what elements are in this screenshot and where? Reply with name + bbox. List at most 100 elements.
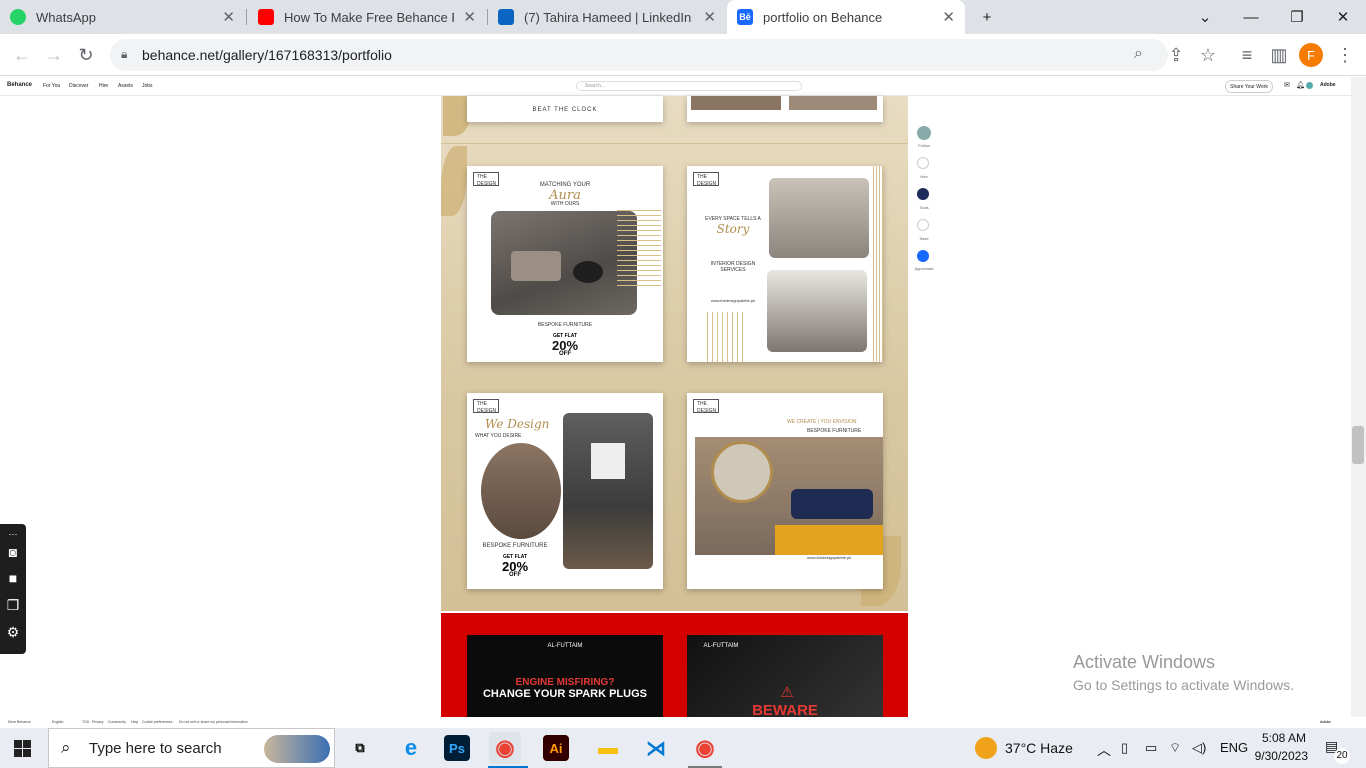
vertical-scrollbar[interactable]	[1351, 77, 1366, 717]
tab-title: (7) Tahira Hameed | LinkedIn	[524, 9, 692, 25]
maximize-button[interactable]: ❐	[1274, 0, 1320, 34]
post-card-beware[interactable]: AL-FUTTAIM ⚠ BEWARE	[687, 635, 883, 719]
appreciate-icon[interactable]	[917, 250, 929, 262]
weather-text[interactable]: 37°C Haze	[1005, 740, 1073, 756]
footer-link[interactable]: More Behance	[8, 720, 31, 724]
tab-whatsapp[interactable]: WhatsApp ✕	[0, 0, 245, 34]
battery-icon[interactable]: ▭	[1145, 740, 1157, 756]
video-icon[interactable]: ■	[4, 570, 22, 586]
card-text: BEAT THE CLOCK	[532, 107, 598, 113]
post-card-create[interactable]: THE DESIGN WE CREATE | YOU ENVISION BESP…	[687, 393, 883, 589]
nav-jobs[interactable]: Jobs	[142, 83, 153, 89]
share-your-work-button[interactable]: Share Your Work	[1225, 80, 1273, 93]
edge-icon[interactable]: e	[395, 732, 427, 764]
behance-logo[interactable]: Behance	[7, 82, 32, 88]
footer-link[interactable]: Community	[108, 720, 126, 724]
post-card-we-design[interactable]: THE DESIGN We Design WHAT YOU DESIRE BES…	[467, 393, 663, 589]
user-avatar[interactable]	[1306, 82, 1313, 89]
search-icon: ⌕	[61, 738, 71, 757]
bookmark-star-icon[interactable]: ☆	[1194, 41, 1222, 69]
device-icon[interactable]: ▯	[1121, 740, 1128, 756]
design-palette-logo: THE DESIGN	[473, 399, 499, 414]
behance-footer: More Behance English TOU Privacy Communi…	[0, 717, 1351, 727]
adobe-footer-logo[interactable]: Adobe	[1320, 720, 1331, 724]
project-side-rail: Follow Hire Tools Save Appreciate	[910, 124, 938, 274]
tab-behance[interactable]: Bē portfolio on Behance ✕	[727, 0, 965, 34]
follow-button[interactable]: Follow	[910, 143, 938, 148]
minimize-button[interactable]: —	[1228, 0, 1274, 34]
scrollbar-thumb[interactable]	[1352, 426, 1364, 464]
post-card-partial[interactable]	[687, 96, 883, 122]
screens-icon[interactable]: ❐	[4, 597, 22, 613]
tab-linkedin[interactable]: (7) Tahira Hameed | LinkedIn ✕	[488, 0, 726, 34]
nav-hire[interactable]: Hire	[99, 83, 108, 89]
volume-icon[interactable]: ◁)	[1192, 740, 1206, 756]
task-view-icon[interactable]: ⧉	[344, 732, 376, 764]
clock-date[interactable]: 9/30/2023	[1252, 749, 1308, 763]
profile-avatar[interactable]: F	[1299, 43, 1323, 67]
windows-start-icon[interactable]	[14, 740, 31, 757]
tray-chevron-icon[interactable]: ︿	[1097, 740, 1111, 760]
close-tab-icon[interactable]: ✕	[222, 8, 235, 26]
footer-link[interactable]: TOU	[82, 720, 89, 724]
reload-icon[interactable]: ↻	[72, 41, 100, 69]
adobe-logo[interactable]: Adobe	[1320, 82, 1336, 88]
clock-time[interactable]: 5:08 AM	[1256, 731, 1306, 745]
footer-link[interactable]: Help	[131, 720, 138, 724]
post-card-aura[interactable]: THE DESIGN MATCHING YOUR Aura WITH OURS …	[467, 166, 663, 362]
card-service: BESPOKE FURNITURE	[482, 543, 548, 549]
back-icon[interactable]: ←	[8, 41, 36, 69]
behance-header: Behance For You Discover Hire Assets Job…	[0, 77, 1351, 96]
nav-discover[interactable]: Discover	[69, 83, 88, 89]
chrome-profile-icon[interactable]: ◉	[689, 732, 721, 764]
footer-link[interactable]: Cookie preferences	[142, 720, 172, 724]
footer-link[interactable]: Do not sell or share my personal informa…	[179, 720, 248, 724]
mail-icon[interactable]: ✉	[1284, 81, 1290, 89]
tab-search-button[interactable]: ⌄	[1182, 0, 1228, 34]
more-icon[interactable]: ⋯	[4, 526, 22, 542]
post-card-partial[interactable]: BEAT THE CLOCK	[467, 96, 663, 122]
vscode-icon[interactable]: ⋊	[640, 732, 672, 764]
zoom-icon[interactable]: ⌕	[1134, 45, 1143, 63]
new-tab-button[interactable]: +	[964, 0, 1010, 34]
behance-search-input[interactable]: Search...	[576, 81, 802, 91]
reading-list-icon[interactable]: ≡	[1233, 41, 1261, 69]
tools-label: Tools	[919, 205, 929, 210]
nav-assets[interactable]: Assets	[118, 83, 133, 89]
post-card-spark-plugs[interactable]: AL-FUTTAIM ENGINE MISFIRING? CHANGE YOUR…	[467, 635, 663, 718]
forward-icon[interactable]: →	[40, 41, 68, 69]
chrome-icon[interactable]: ◉	[489, 732, 521, 764]
design-palette-logo: THE DESIGN	[693, 172, 719, 187]
side-panel-icon[interactable]: ▥	[1265, 41, 1293, 69]
notification-icon[interactable]: 🔔︎	[1296, 81, 1305, 89]
sofa-photo	[563, 413, 653, 569]
settings-gear-icon[interactable]: ⚙	[4, 624, 22, 640]
nav-for-you[interactable]: For You	[43, 83, 60, 89]
close-tab-icon[interactable]: ✕	[942, 8, 955, 26]
windows-taskbar: ⌕ Type here to search ⧉ e Ps ◉ Ai ▬ ⋊ ◉ …	[0, 728, 1366, 768]
footer-link[interactable]: English	[52, 720, 63, 724]
wifi-icon[interactable]: ⌔	[1169, 740, 1181, 756]
taskbar-search-input[interactable]: ⌕ Type here to search	[48, 728, 335, 768]
save-icon[interactable]	[917, 219, 929, 231]
close-window-button[interactable]: ✕	[1320, 0, 1366, 34]
tools-icon[interactable]	[917, 188, 929, 200]
photoshop-icon[interactable]: Ps	[444, 735, 470, 761]
offer-off: OFF	[509, 572, 521, 578]
close-tab-icon[interactable]: ✕	[703, 8, 716, 26]
share-icon[interactable]: ⇪	[1162, 41, 1190, 69]
footer-link[interactable]: Privacy	[92, 720, 103, 724]
post-card-story[interactable]: THE DESIGN EVERY SPACE TELLS A Story INT…	[687, 166, 883, 362]
tab-youtube[interactable]: How To Make Free Behance Port ✕	[248, 0, 486, 34]
owner-avatar[interactable]	[917, 126, 931, 140]
address-bar[interactable]: 🔒︎ behance.net/gallery/167168313/portfol…	[110, 39, 1168, 71]
close-tab-icon[interactable]: ✕	[463, 8, 476, 26]
language-indicator[interactable]: ENG	[1220, 740, 1248, 755]
file-explorer-icon[interactable]: ▬	[592, 732, 624, 764]
illustrator-icon[interactable]: Ai	[543, 735, 569, 761]
hire-icon[interactable]	[917, 157, 929, 169]
activate-windows-subtitle: Go to Settings to activate Windows.	[1073, 677, 1294, 693]
camera-icon[interactable]: ◙	[4, 544, 22, 560]
menu-dots-icon[interactable]: ⋮	[1331, 41, 1359, 69]
card-script-text: We Design	[485, 417, 550, 431]
